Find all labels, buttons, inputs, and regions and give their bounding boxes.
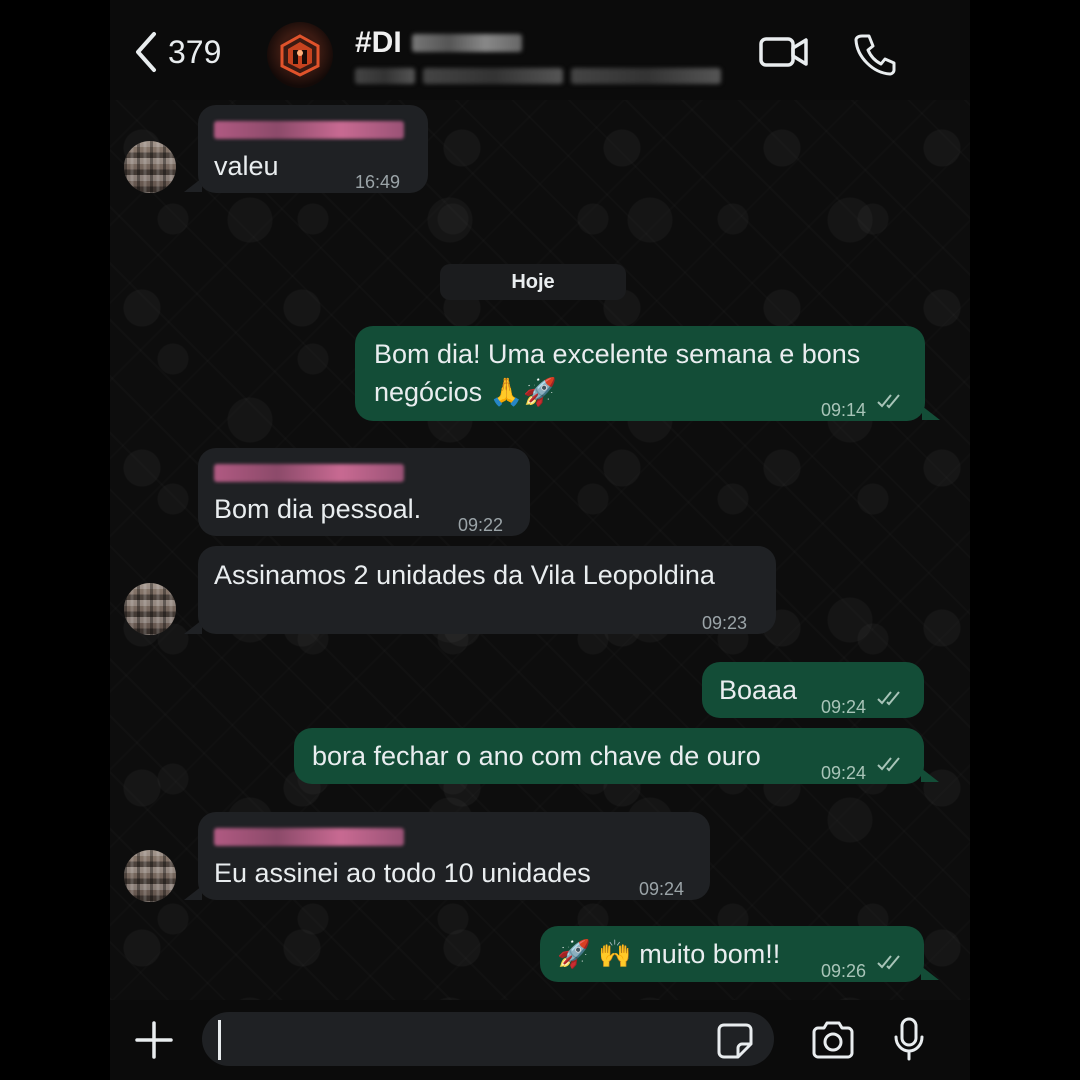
message-time: 09:24 xyxy=(821,697,867,717)
redacted-title xyxy=(411,34,522,52)
sticker-icon xyxy=(717,1023,753,1059)
message-time: 09:24 xyxy=(821,763,867,783)
message-text: Boaaa xyxy=(719,675,798,705)
sender-name-redacted xyxy=(214,828,404,846)
message-text: Assinamos 2 unidades da Vila Leopoldina xyxy=(214,560,715,590)
attach-button[interactable] xyxy=(134,1020,174,1065)
back-button[interactable]: 379 xyxy=(132,30,221,74)
double-check-icon xyxy=(877,757,900,772)
text-caret xyxy=(218,1020,221,1060)
double-check-icon xyxy=(877,955,900,970)
video-call-button[interactable] xyxy=(758,32,810,72)
message-text: valeu xyxy=(214,151,279,181)
message-time: 09:14 xyxy=(821,400,867,420)
message-text: bora fechar o ano com chave de ouro xyxy=(312,741,761,771)
camera-button[interactable] xyxy=(810,1020,856,1065)
message-bubble-incoming[interactable]: Bom dia pessoal. 09:22 xyxy=(198,448,530,536)
message-bubble-incoming[interactable]: Eu assinei ao todo 10 unidades 09:24 xyxy=(198,812,710,900)
sender-name-redacted xyxy=(214,464,404,482)
message-time: 09:26 xyxy=(821,961,867,981)
message-time: 09:23 xyxy=(702,613,748,633)
message-bubble-outgoing[interactable]: bora fechar o ano com chave de ouro 09:2… xyxy=(294,728,924,784)
voice-call-button[interactable] xyxy=(853,32,897,76)
message-time: 09:22 xyxy=(458,515,504,535)
composer-bar xyxy=(110,1000,970,1080)
group-logo-icon xyxy=(280,34,320,77)
phone-icon xyxy=(854,34,896,76)
chat-header: 379 #DI xyxy=(110,0,970,100)
microphone-button[interactable] xyxy=(892,1016,926,1067)
day-separator: Hoje xyxy=(440,264,626,300)
video-camera-icon xyxy=(759,37,808,67)
message-bubble-outgoing[interactable]: 🚀 🙌 muito bom!! 09:26 xyxy=(540,926,924,982)
microphone-icon xyxy=(894,1017,924,1061)
message-bubble-incoming[interactable]: valeu 16:49 xyxy=(198,105,428,193)
message-time: 16:49 xyxy=(355,172,401,192)
chat-subtitle-redacted xyxy=(355,68,721,84)
chat-title: #DI xyxy=(355,26,402,59)
plus-icon xyxy=(135,1021,173,1059)
sender-avatar[interactable] xyxy=(124,850,176,902)
double-check-icon xyxy=(877,691,900,706)
message-bubble-incoming[interactable]: Assinamos 2 unidades da Vila Leopoldina … xyxy=(198,546,776,634)
message-time: 09:24 xyxy=(639,879,685,899)
sender-avatar[interactable] xyxy=(124,583,176,635)
message-text: 🚀 🙌 muito bom!! xyxy=(557,939,781,969)
double-check-icon xyxy=(877,394,900,409)
message-text: Eu assinei ao todo 10 unidades xyxy=(214,858,591,888)
message-bubble-outgoing[interactable]: Bom dia! Uma excelente semana e bons neg… xyxy=(355,326,925,421)
camera-icon xyxy=(812,1021,854,1059)
sender-avatar[interactable] xyxy=(124,141,176,193)
chat-title-area[interactable]: #DI xyxy=(355,26,721,84)
sender-name-redacted xyxy=(214,121,404,139)
chevron-left-icon xyxy=(136,32,156,72)
chat-screen: 379 #DI valeu 16:49 Hoje Bom dia! Uma ex… xyxy=(110,0,970,1080)
group-avatar[interactable] xyxy=(267,22,333,88)
message-text: Bom dia pessoal. xyxy=(214,494,422,524)
message-bubble-outgoing[interactable]: Boaaa 09:24 xyxy=(702,662,924,718)
unread-count: 379 xyxy=(168,33,222,70)
message-input[interactable] xyxy=(202,1012,774,1066)
sticker-button[interactable] xyxy=(716,1022,754,1065)
